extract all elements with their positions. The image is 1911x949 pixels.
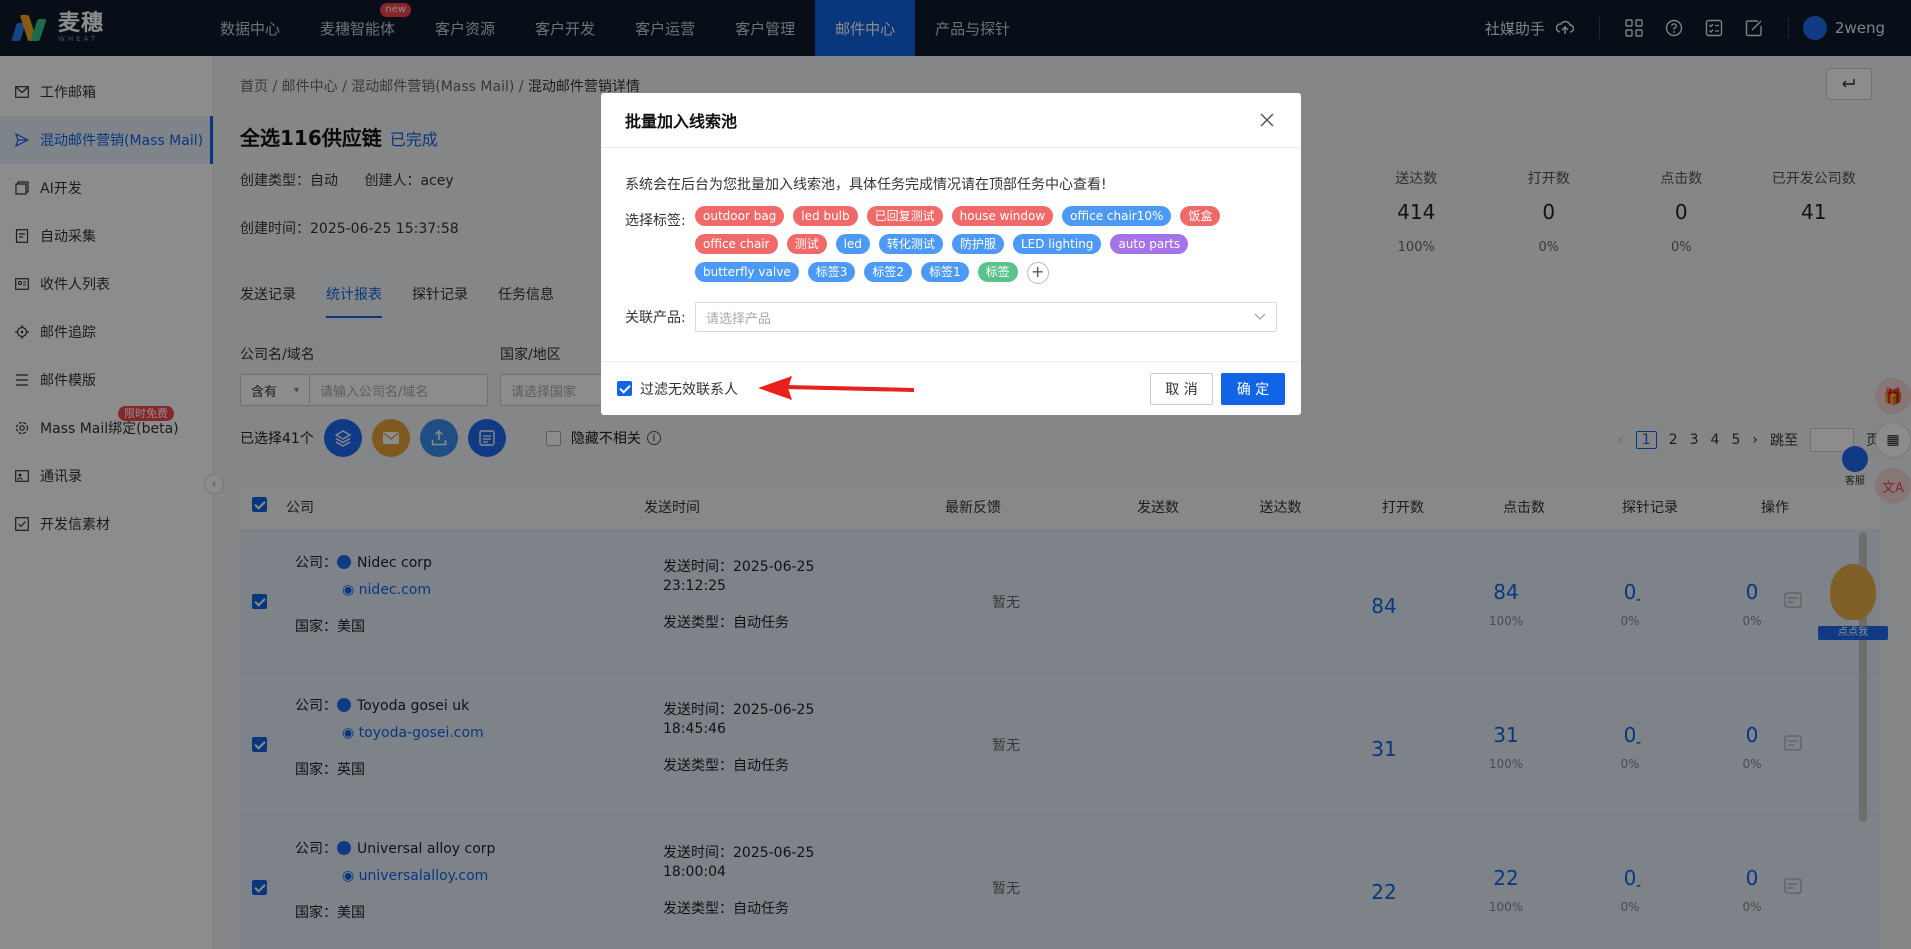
tag-chip[interactable]: office chair10% [1062,206,1172,226]
modal-footer: 过滤无效联系人 取 消 确 定 [601,361,1301,415]
tag-chip[interactable]: office chair [695,234,778,254]
tag-chip[interactable]: 测试 [786,234,827,254]
add-tag-button[interactable]: + [1026,262,1049,284]
filter-invalid-contacts[interactable]: 过滤无效联系人 [617,379,738,399]
tag-list: outdoor bag led bulb 已回复测试 house window offi… [695,206,1255,284]
modal-header: 批量加入线索池 [601,93,1301,148]
product-label: 关联产品: [625,310,686,326]
chevron-down-icon [1254,313,1266,320]
modal-body: 系统会在后台为您批量加入线索池，具体任务完成情况请在顶部任务中心查看! 选择标签… [601,148,1301,332]
tag-chip[interactable]: outdoor bag [695,206,785,226]
tag-chip[interactable]: led [835,234,870,254]
tags-label: 选择标签: [625,213,686,229]
tag-chip[interactable]: 标签3 [807,262,856,282]
cancel-button[interactable]: 取 消 [1150,373,1213,405]
annotation-arrow-icon [758,376,914,400]
tag-chip[interactable]: house window [951,206,1054,226]
batch-add-lead-pool-modal: 批量加入线索池 系统会在后台为您批量加入线索池，具体任务完成情况请在顶部任务中心… [601,93,1301,415]
product-placeholder: 请选择产品 [706,311,772,327]
modal-title: 批量加入线索池 [625,112,738,131]
tag-chip[interactable]: 防护服 [951,234,1004,254]
tag-chip[interactable]: LED lighting [1012,234,1102,254]
tag-chip[interactable]: 转化测试 [878,234,943,254]
filter-invalid-checkbox[interactable] [617,381,632,396]
tag-chip[interactable]: 饭盒 [1180,206,1221,226]
tag-selector: 选择标签: outdoor bag led bulb 已回复测试 house wind… [625,206,1277,284]
tag-chip[interactable]: 标签2 [864,262,912,282]
tag-chip[interactable]: butterfly valve [695,262,799,282]
confirm-button[interactable]: 确 定 [1221,373,1285,405]
product-row: 关联产品: 请选择产品 [625,302,1277,332]
tag-chip[interactable]: 标签 [977,262,1018,282]
tag-chip[interactable]: led bulb [793,206,858,226]
close-icon [1260,113,1274,127]
product-select[interactable]: 请选择产品 [695,302,1277,332]
tag-chip[interactable]: 标签1 [920,262,969,282]
tag-chip[interactable]: 已回复测试 [866,206,943,226]
filter-invalid-label: 过滤无效联系人 [640,381,738,398]
modal-description: 系统会在后台为您批量加入线索池，具体任务完成情况请在顶部任务中心查看! [625,177,1107,193]
tag-chip[interactable]: auto parts [1110,234,1189,254]
close-button[interactable] [1257,110,1277,130]
